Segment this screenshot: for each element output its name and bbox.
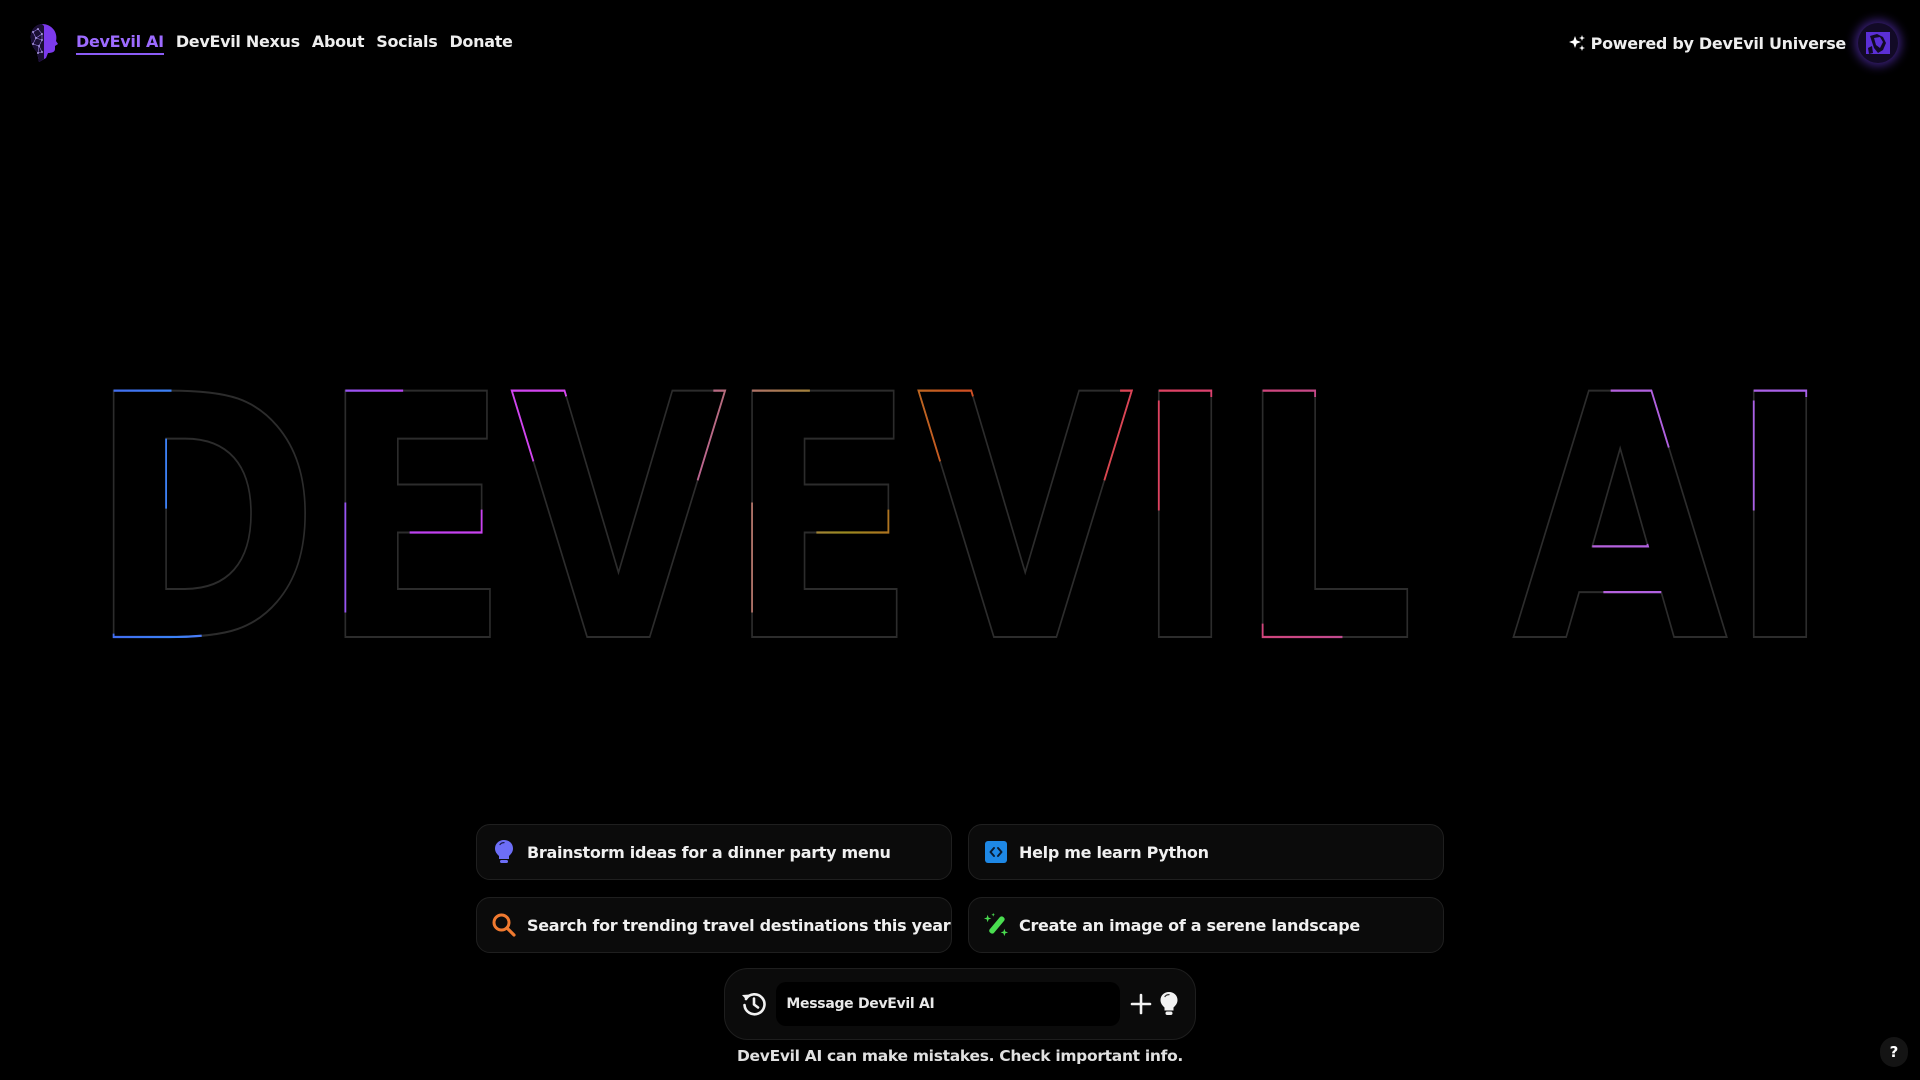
magic-wand-icon — [983, 912, 1009, 938]
message-composer — [724, 968, 1196, 1040]
powered-by-text: Powered by DevEvil Universe — [1590, 33, 1847, 53]
nav-devevil-ai[interactable]: DevEvil AI — [76, 32, 164, 55]
nav-socials[interactable]: Socials — [376, 32, 438, 55]
logo-icon[interactable] — [28, 22, 64, 64]
suggestion-card-travel[interactable]: Search for trending travel destinations … — [476, 897, 952, 953]
suggestion-label: Brainstorm ideas for a dinner party menu — [527, 842, 891, 862]
history-icon — [741, 993, 766, 1016]
sparkle-icon — [1568, 35, 1585, 51]
suggestion-label: Create an image of a serene landscape — [1019, 915, 1360, 935]
nav-donate[interactable]: Donate — [449, 32, 512, 55]
plus-icon — [1130, 993, 1152, 1015]
history-button[interactable] — [739, 989, 768, 1019]
help-button[interactable]: ? — [1880, 1037, 1908, 1067]
lightbulb-icon — [1160, 992, 1178, 1015]
suggestion-card-python[interactable]: Help me learn Python — [968, 824, 1444, 880]
hero-title-svg: DEVEVIL AI DEVEVIL AI — [87, 360, 1833, 680]
suggestion-card-landscape[interactable]: Create an image of a serene landscape — [968, 897, 1444, 953]
hero-title-accent: DEVEVIL AI — [88, 360, 1832, 680]
message-input-wrapper — [776, 982, 1120, 1026]
header-right: Powered by DevEvil Universe — [1568, 23, 1898, 63]
main-nav: DevEvil AI DevEvil Nexus About Socials D… — [76, 32, 513, 55]
add-button[interactable] — [1128, 991, 1154, 1017]
suggestion-label: Help me learn Python — [1019, 842, 1209, 862]
suggestion-label: Search for trending travel destinations … — [527, 915, 951, 935]
search-icon — [491, 912, 517, 938]
powered-by-link[interactable]: Powered by DevEvil Universe — [1568, 34, 1846, 53]
code-icon — [983, 839, 1009, 865]
nav-devevil-nexus[interactable]: DevEvil Nexus — [176, 32, 300, 55]
message-input[interactable] — [786, 996, 1120, 1012]
disclaimer-text: DevEvil AI can make mistakes. Check impo… — [736, 1047, 1184, 1065]
universe-avatar-icon — [1866, 32, 1890, 54]
nav-about[interactable]: About — [312, 32, 365, 55]
lightbulb-icon — [491, 839, 517, 865]
suggestion-cards: Brainstorm ideas for a dinner party menu… — [476, 824, 1444, 953]
top-navbar: DevEvil AI DevEvil Nexus About Socials D… — [0, 0, 1920, 86]
ideas-button[interactable] — [1157, 990, 1181, 1018]
avatar[interactable] — [1858, 23, 1898, 63]
suggestion-card-dinner-party[interactable]: Brainstorm ideas for a dinner party menu — [476, 824, 952, 880]
header-left: DevEvil AI DevEvil Nexus About Socials D… — [28, 22, 513, 64]
hero-title: DEVEVIL AI DEVEVIL AI — [0, 360, 1920, 680]
